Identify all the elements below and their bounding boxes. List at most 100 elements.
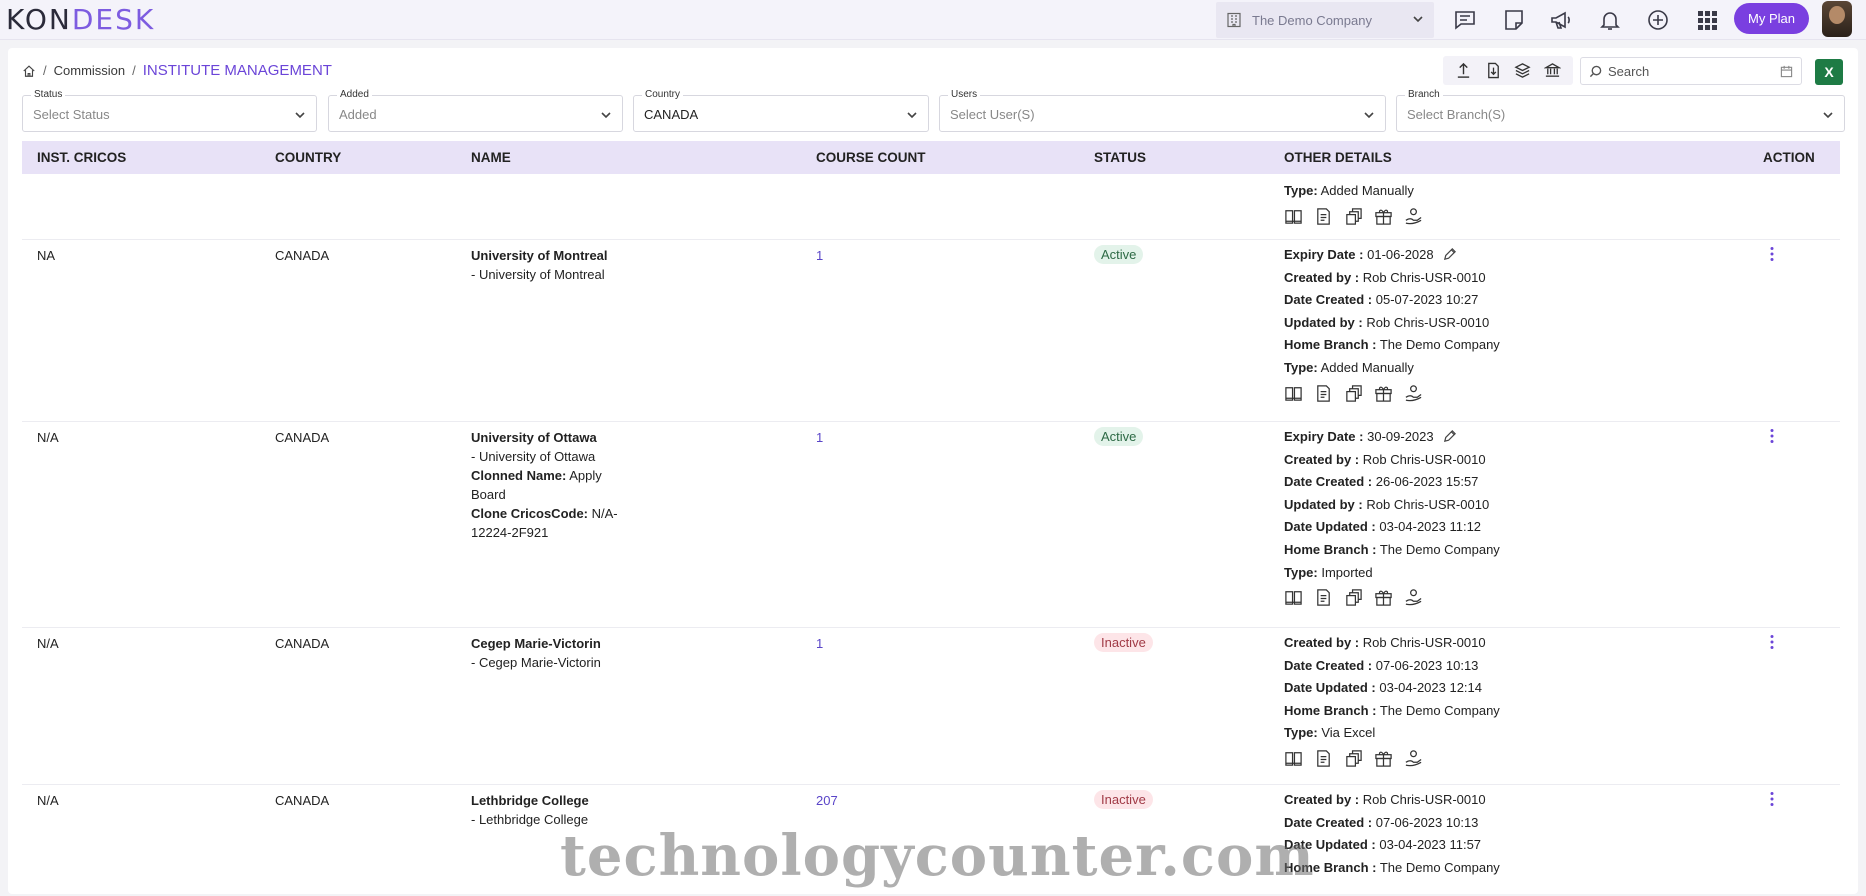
more-vertical-icon[interactable] xyxy=(1764,791,1780,807)
column-header[interactable]: COURSE COUNT xyxy=(816,150,926,165)
document-icon[interactable] xyxy=(1314,749,1333,768)
hand-coin-icon[interactable] xyxy=(1404,384,1423,403)
branch-filter[interactable]: Branch Select Branch(S) xyxy=(1396,89,1845,132)
hand-coin-icon[interactable] xyxy=(1404,207,1423,226)
toolbar-action-group xyxy=(1443,56,1573,85)
chevron-down-icon xyxy=(1823,112,1833,119)
note-icon[interactable] xyxy=(1502,8,1526,32)
book-icon[interactable] xyxy=(1284,207,1303,226)
filter-label: Country xyxy=(642,89,684,101)
more-vertical-icon[interactable] xyxy=(1764,246,1780,262)
other-details: Created by : Rob Chris-USR-0010 Date Cre… xyxy=(1284,792,1500,875)
user-avatar[interactable] xyxy=(1822,1,1852,37)
excel-export-button[interactable]: X xyxy=(1815,59,1843,85)
inst-cricos: N/A xyxy=(37,636,59,651)
country-filter[interactable]: Country CANADA xyxy=(633,89,929,132)
more-vertical-icon[interactable] xyxy=(1764,634,1780,650)
status-badge: Inactive xyxy=(1094,790,1153,809)
book-icon[interactable] xyxy=(1284,384,1303,403)
gift-icon[interactable] xyxy=(1374,588,1393,607)
my-plan-button[interactable]: My Plan xyxy=(1734,3,1809,34)
filter-value: Select Status xyxy=(33,107,110,122)
search-input[interactable] xyxy=(1608,63,1768,79)
kondesk-logo[interactable]: KONDESK xyxy=(6,3,155,36)
added-filter[interactable]: Added Added xyxy=(328,89,623,132)
other-details: Expiry Date : 30-09-2023 Created by : Ro… xyxy=(1284,426,1500,607)
company-select[interactable]: The Demo Company xyxy=(1216,2,1434,38)
hand-coin-icon[interactable] xyxy=(1404,588,1423,607)
gift-icon[interactable] xyxy=(1374,207,1393,226)
breadcrumb-commission[interactable]: Commission xyxy=(54,63,126,78)
bank-icon[interactable] xyxy=(1543,62,1561,79)
breadcrumb: / Commission / INSTITUTE MANAGEMENT xyxy=(22,62,332,79)
stack-icon[interactable] xyxy=(1344,588,1363,607)
pencil-icon[interactable] xyxy=(1442,247,1457,262)
country: CANADA xyxy=(275,636,330,651)
upload-icon[interactable] xyxy=(1455,62,1472,79)
country: CANADA xyxy=(275,248,330,263)
megaphone-icon[interactable] xyxy=(1549,8,1573,32)
institute-name: Cegep Marie-Victorin - Cegep Marie-Victo… xyxy=(471,636,601,670)
book-icon[interactable] xyxy=(1284,749,1303,768)
bell-icon[interactable] xyxy=(1598,8,1622,32)
column-header[interactable]: INST. CRICOS xyxy=(37,150,126,165)
filter-value: Select Branch(S) xyxy=(1407,107,1506,122)
course-count-link[interactable]: 1 xyxy=(816,428,823,447)
hand-coin-icon[interactable] xyxy=(1404,749,1423,768)
status-badge: Active xyxy=(1094,427,1144,446)
chevron-down-icon xyxy=(1364,112,1374,119)
page-title: INSTITUTE MANAGEMENT xyxy=(142,62,332,79)
column-header[interactable]: STATUS xyxy=(1094,150,1146,165)
institute-title[interactable]: Cegep Marie-Victorin xyxy=(471,636,601,651)
stack-icon[interactable] xyxy=(1344,749,1363,768)
import-file-icon[interactable] xyxy=(1485,62,1502,79)
status-filter[interactable]: Status Select Status xyxy=(22,89,317,132)
institute-title[interactable]: University of Ottawa xyxy=(471,430,597,445)
institute-name: University of Ottawa - University of Ott… xyxy=(471,430,618,540)
layers-icon[interactable] xyxy=(1514,62,1531,79)
institute-title[interactable]: Lethbridge College xyxy=(471,793,589,808)
table-body: Type: Added Manually NA CANADA Universit… xyxy=(22,174,1840,886)
home-icon[interactable] xyxy=(22,64,36,78)
institute-name: University of Montreal - University of M… xyxy=(471,248,608,282)
stack-icon[interactable] xyxy=(1344,207,1363,226)
row-icons xyxy=(1284,588,1500,607)
chat-icon[interactable] xyxy=(1453,8,1477,32)
book-icon[interactable] xyxy=(1284,588,1303,607)
document-icon[interactable] xyxy=(1314,588,1333,607)
other-details: Expiry Date : 01-06-2028 Created by : Ro… xyxy=(1284,244,1500,403)
row-icons xyxy=(1284,384,1500,403)
course-count-link[interactable]: 207 xyxy=(816,791,838,810)
chevron-down-icon xyxy=(295,112,305,119)
institute-title[interactable]: University of Montreal xyxy=(471,248,608,263)
gift-icon[interactable] xyxy=(1374,384,1393,403)
chevron-down-icon xyxy=(907,112,917,119)
filter-label: Status xyxy=(31,89,66,101)
column-header[interactable]: COUNTRY xyxy=(275,150,341,165)
calendar-icon[interactable] xyxy=(1780,65,1793,78)
plus-circle-icon[interactable] xyxy=(1646,8,1670,32)
course-count-link[interactable]: 1 xyxy=(816,246,823,265)
filter-value: Select User(S) xyxy=(950,107,1035,122)
inst-cricos: NA xyxy=(37,248,56,263)
table-row: N/A CANADA Cegep Marie-Victorin - Cegep … xyxy=(22,628,1840,785)
column-header[interactable]: OTHER DETAILS xyxy=(1284,150,1392,165)
column-header[interactable]: NAME xyxy=(471,150,511,165)
course-count-link[interactable]: 1 xyxy=(816,634,823,653)
filter-label: Added xyxy=(337,89,372,101)
apps-grid-icon[interactable] xyxy=(1695,8,1719,32)
users-filter[interactable]: Users Select User(S) xyxy=(939,89,1386,132)
gift-icon[interactable] xyxy=(1374,749,1393,768)
stack-icon[interactable] xyxy=(1344,384,1363,403)
pencil-icon[interactable] xyxy=(1442,429,1457,444)
more-vertical-icon[interactable] xyxy=(1764,428,1780,444)
search-box xyxy=(1580,57,1802,85)
document-icon[interactable] xyxy=(1314,207,1333,226)
filter-value: CANADA xyxy=(644,107,699,122)
table-header: INST. CRICOS COUNTRY NAME COURSE COUNT S… xyxy=(22,141,1840,174)
row-icons xyxy=(1284,749,1500,768)
document-icon[interactable] xyxy=(1314,384,1333,403)
filter-label: Branch xyxy=(1405,89,1443,101)
top-bar: KONDESK The Demo Company My Plan xyxy=(0,0,1866,40)
inst-cricos: N/A xyxy=(37,430,59,445)
